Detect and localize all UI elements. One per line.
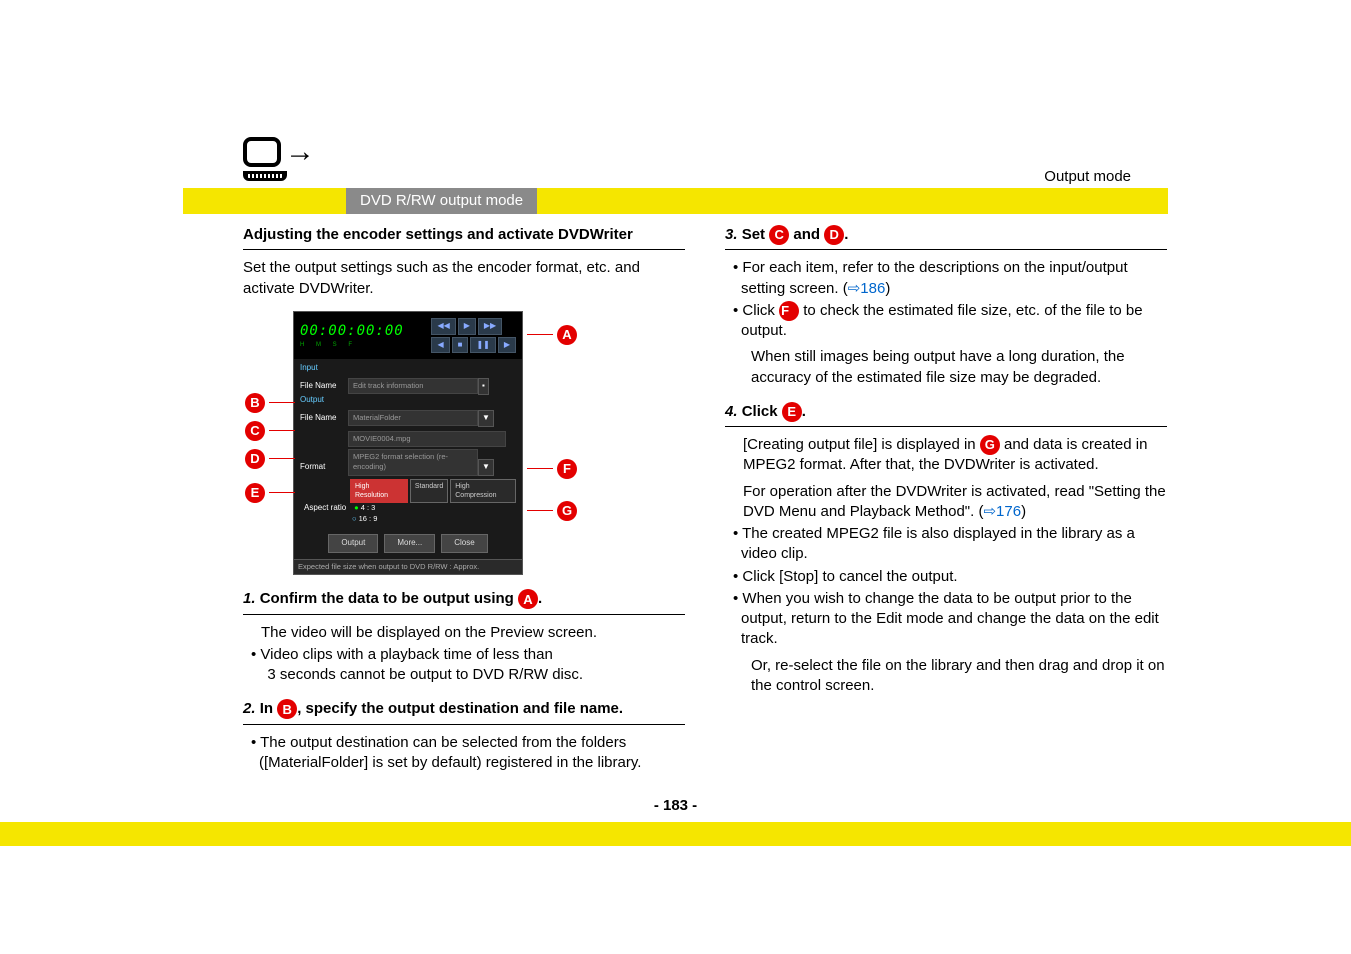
next-icon: ▶ bbox=[498, 337, 516, 354]
dropdown-icon: ▼ bbox=[478, 410, 494, 427]
fig-timecode-units: H M S F bbox=[300, 341, 404, 349]
marker-f-ref-icon: F bbox=[779, 301, 799, 321]
fig-status-bar: Expected file size when output to DVD R/… bbox=[294, 559, 522, 574]
step3-num: 3. bbox=[725, 226, 738, 243]
fig-quality-high: High Resolution bbox=[350, 479, 408, 504]
step1-num: 1. bbox=[243, 590, 256, 607]
fig-aspect-43: 4 : 3 bbox=[361, 503, 376, 512]
marker-c-icon: C bbox=[245, 421, 265, 441]
stop-icon: ■ bbox=[452, 337, 469, 354]
marker-a-icon: A bbox=[557, 325, 577, 345]
step1-bullet: • Video clips with a playback time of le… bbox=[251, 645, 685, 686]
step4-title: Click E. bbox=[742, 403, 806, 420]
marker-b-ref-icon: B bbox=[277, 699, 297, 719]
page-ref-176[interactable]: ⇨176 bbox=[983, 503, 1021, 520]
left-heading: Adjusting the encoder settings and activ… bbox=[243, 225, 685, 245]
marker-a-ref-icon: A bbox=[518, 589, 538, 609]
marker-c-ref-icon: C bbox=[769, 225, 789, 245]
fig-close-button: Close bbox=[441, 534, 487, 553]
left-column: Adjusting the encoder settings and activ… bbox=[243, 225, 685, 773]
left-intro: Set the output settings such as the enco… bbox=[243, 258, 685, 299]
dropdown-icon: ▼ bbox=[478, 459, 494, 476]
fig-timecode: 00:00:00:00 bbox=[300, 322, 404, 341]
fig-input-label: Input bbox=[300, 363, 516, 374]
header-mode-label: Output mode bbox=[1044, 168, 1131, 185]
step4-b3: • When you wish to change the data to be… bbox=[733, 589, 1167, 650]
step4-b1: • The created MPEG2 file is also display… bbox=[733, 524, 1167, 565]
fastfwd-icon: ▶▶ bbox=[478, 318, 502, 335]
fig-quality-std: Standard bbox=[410, 479, 448, 504]
step3-title: Set C and D. bbox=[742, 226, 849, 243]
settings-screenshot: 00:00:00:00 H M S F ◀◀ ▶ ▶▶ ◀ bbox=[293, 311, 613, 576]
fig-more-button: More... bbox=[384, 534, 435, 553]
step1-title: Confirm the data to be output using A. bbox=[260, 590, 542, 607]
fig-output-button: Output bbox=[328, 534, 378, 553]
step4-b3-cont: Or, re-select the file on the library an… bbox=[751, 656, 1167, 697]
fig-format-value: MPEG2 format selection (re-encoding) bbox=[348, 449, 478, 475]
play-icon: ▶ bbox=[458, 318, 476, 335]
marker-e-ref-icon: E bbox=[782, 402, 802, 422]
marker-g-icon: G bbox=[557, 501, 577, 521]
marker-g-ref-icon: G bbox=[980, 435, 1000, 455]
step4-p1: [Creating output file] is displayed in G… bbox=[743, 435, 1167, 476]
folder-icon: ▪ bbox=[478, 378, 489, 395]
marker-b-icon: B bbox=[245, 393, 265, 413]
fig-aspect-169: 16 : 9 bbox=[359, 514, 378, 523]
right-column: 3. Set C and D. • For each item, refer t… bbox=[725, 225, 1167, 773]
fig-quality-comp: High Compression bbox=[450, 479, 516, 504]
step1-body: The video will be displayed on the Previ… bbox=[261, 623, 685, 643]
fig-filename-label: File Name bbox=[300, 381, 348, 392]
marker-d-icon: D bbox=[245, 449, 265, 469]
marker-d-ref-icon: D bbox=[824, 225, 844, 245]
page-ref-186[interactable]: ⇨186 bbox=[848, 280, 886, 297]
fig-output-folder: MaterialFolder bbox=[348, 410, 478, 426]
pause-icon: ❚❚ bbox=[470, 337, 495, 354]
fig-input-filename: Edit track information bbox=[348, 378, 478, 394]
step3-b2: • Click F to check the estimated file si… bbox=[733, 301, 1167, 342]
fig-output-label: Output bbox=[300, 395, 516, 406]
prev-icon: ◀ bbox=[431, 337, 449, 354]
footer-bar bbox=[0, 822, 1351, 846]
section-tab: DVD R/RW output mode bbox=[346, 188, 537, 214]
fig-format-label: Format bbox=[300, 462, 348, 473]
yellow-bar bbox=[183, 188, 1168, 214]
rewind-icon: ◀◀ bbox=[431, 318, 455, 335]
step4-p2: For operation after the DVDWriter is act… bbox=[743, 482, 1167, 523]
step3-b1: • For each item, refer to the descriptio… bbox=[733, 258, 1167, 299]
mode-icon: → bbox=[243, 135, 315, 181]
marker-f-icon: F bbox=[557, 459, 577, 479]
fig-output-filename: MOVIE0004.mpg bbox=[348, 431, 506, 447]
step2-num: 2. bbox=[243, 700, 256, 717]
page-number: - 183 - bbox=[0, 797, 1351, 814]
fig-filename-label2: File Name bbox=[300, 413, 348, 424]
step4-num: 4. bbox=[725, 403, 738, 420]
step3-b2-cont: When still images being output have a lo… bbox=[751, 347, 1167, 388]
step2-bullet: • The output destination can be selected… bbox=[251, 733, 685, 774]
step2-title: In B, specify the output destination and… bbox=[260, 700, 623, 717]
fig-aspect-label: Aspect ratio bbox=[304, 503, 352, 514]
divider bbox=[243, 249, 685, 250]
marker-e-icon: E bbox=[245, 483, 265, 503]
step4-b2: • Click [Stop] to cancel the output. bbox=[733, 567, 1167, 587]
